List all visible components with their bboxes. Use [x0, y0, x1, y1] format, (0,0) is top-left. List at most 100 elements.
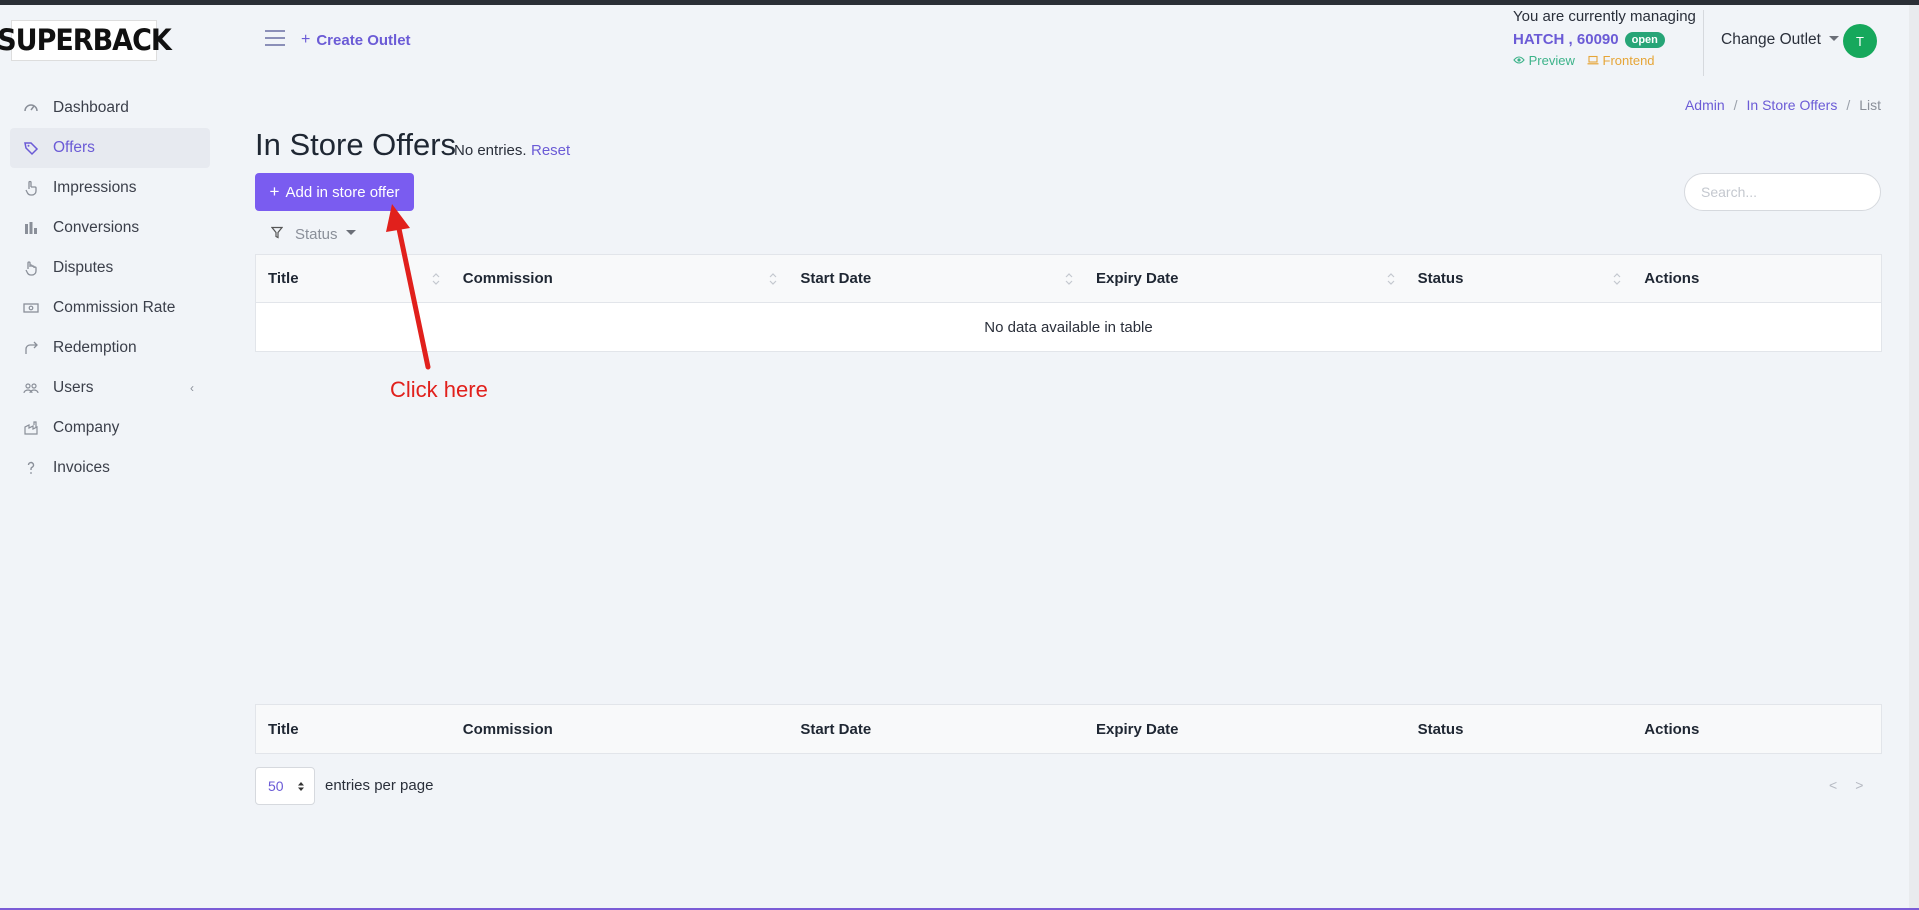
sort-icon [432, 273, 440, 285]
footer-column-status: Status [1417, 720, 1464, 738]
page-title: In Store Offers [255, 127, 457, 162]
hand-icon [22, 259, 40, 277]
sort-icon [1387, 273, 1395, 285]
breadcrumb-current: List [1859, 97, 1881, 113]
per-page-value: 50 [268, 778, 284, 794]
search-input[interactable] [1684, 173, 1881, 211]
column-header-status[interactable]: Status [1406, 255, 1633, 302]
vertical-scrollbar[interactable] [1909, 5, 1919, 910]
preview-link[interactable]: Preview [1513, 53, 1575, 68]
offers-table: Title Commission Start Date Expiry Date … [255, 254, 1882, 352]
question-icon [22, 459, 40, 477]
header-divider [1703, 10, 1704, 76]
brand-logo-text: SUPERBACK [0, 23, 172, 58]
footer-column-expiry-date: Expiry Date [1095, 720, 1179, 738]
sidebar-item-label: Invoices [53, 459, 110, 476]
entries-note: No entries. [454, 142, 527, 159]
annotation-text: Click here [390, 377, 488, 402]
share-arrow-icon [22, 339, 40, 357]
plus-icon: + [269, 182, 280, 201]
caret-down-icon [1828, 35, 1839, 41]
column-header-commission[interactable]: Commission [451, 255, 789, 302]
column-header-expiry-date[interactable]: Expiry Date [1084, 255, 1406, 302]
sidebar-item-users[interactable]: Users ‹ [10, 368, 210, 408]
laptop-icon [1587, 53, 1603, 68]
sort-icon [769, 273, 777, 285]
sidebar-item-disputes[interactable]: Disputes [10, 248, 210, 288]
empty-table-message: No data available in table [984, 318, 1153, 336]
breadcrumb-separator: / [1846, 97, 1851, 113]
users-icon [22, 379, 40, 397]
eye-icon [1513, 53, 1529, 68]
status-filter-label: Status [295, 226, 338, 243]
caret-down-icon [345, 230, 356, 235]
per-page-select[interactable]: 50 [255, 767, 315, 805]
sidebar-item-label: Disputes [53, 259, 114, 276]
avatar[interactable]: T [1843, 24, 1877, 58]
breadcrumb-admin[interactable]: Admin [1685, 97, 1725, 113]
menu-toggle-icon[interactable] [265, 30, 285, 46]
sort-icon [1065, 273, 1073, 285]
change-outlet-dropdown[interactable]: Change Outlet [1721, 31, 1839, 49]
pagination: < > [1829, 777, 1881, 793]
change-outlet-label: Change Outlet [1721, 31, 1821, 48]
footer-column-actions: Actions [1644, 720, 1700, 738]
brand-logo[interactable]: SUPERBACK [0, 20, 172, 61]
sidebar-item-redemption[interactable]: Redemption [10, 328, 210, 368]
footer-column-title: Title [268, 720, 299, 738]
sidebar-item-label: Users [53, 379, 94, 396]
sidebar-item-commission-rate[interactable]: Commission Rate [10, 288, 210, 328]
per-page-label: entries per page [325, 777, 434, 794]
sidebar-item-impressions[interactable]: Impressions [10, 168, 210, 208]
add-button-label: Add in store offer [285, 183, 400, 201]
current-outlet-panel: You are currently managing HATCH , 60090… [1513, 8, 1703, 68]
filter-icon [270, 226, 284, 243]
bar-chart-icon [22, 219, 40, 237]
chevron-left-icon: ‹ [190, 381, 194, 395]
column-header-start-date[interactable]: Start Date [788, 255, 1084, 302]
sidebar-item-label: Conversions [53, 219, 140, 236]
sidebar-item-company[interactable]: Company [10, 408, 210, 448]
status-badge: open [1624, 31, 1665, 48]
offers-table-footer: Title Commission Start Date Expiry Date … [255, 704, 1882, 754]
window-top-border [0, 0, 1919, 5]
breadcrumb: Admin / In Store Offers / List [1685, 97, 1881, 113]
sidebar-item-dashboard[interactable]: Dashboard [10, 88, 210, 128]
managing-label: You are currently managing [1513, 8, 1696, 25]
sidebar-item-label: Offers [53, 139, 95, 156]
prev-page-button[interactable]: < [1829, 777, 1837, 793]
frontend-link[interactable]: Frontend [1587, 53, 1655, 68]
sidebar-item-label: Company [53, 419, 120, 436]
footer-column-start-date: Start Date [800, 720, 872, 738]
create-outlet-label: Create Outlet [316, 31, 411, 49]
add-in-store-offer-button[interactable]: + Add in store offer [255, 173, 414, 211]
reset-link[interactable]: Reset [531, 142, 570, 159]
sidebar: Dashboard Offers Impressions Conversions… [10, 88, 210, 488]
sort-icon [1613, 273, 1621, 285]
outlet-name-link[interactable]: HATCH , 60090 [1513, 31, 1619, 48]
money-icon [22, 299, 40, 317]
table-header: Title Commission Start Date Expiry Date … [256, 255, 1881, 303]
tag-icon [22, 139, 40, 157]
sidebar-item-conversions[interactable]: Conversions [10, 208, 210, 248]
column-header-actions: Actions [1644, 270, 1700, 287]
sidebar-item-label: Commission Rate [53, 299, 176, 316]
breadcrumb-in-store-offers[interactable]: In Store Offers [1747, 97, 1838, 113]
table-footer-header: Title Commission Start Date Expiry Date … [256, 705, 1881, 753]
pointer-hand-icon [22, 179, 40, 197]
sidebar-item-label: Dashboard [53, 99, 129, 116]
create-outlet-link[interactable]: + Create Outlet [301, 31, 411, 49]
sidebar-item-offers[interactable]: Offers [10, 128, 210, 168]
updown-caret-icon [298, 782, 304, 791]
dashboard-icon [22, 99, 40, 117]
sidebar-item-label: Impressions [53, 179, 137, 196]
footer-column-commission: Commission [462, 720, 553, 738]
sidebar-item-label: Redemption [53, 339, 137, 356]
factory-icon [22, 419, 40, 437]
column-header-title[interactable]: Title [256, 255, 451, 302]
sidebar-item-invoices[interactable]: Invoices [10, 448, 210, 488]
plus-icon: + [301, 31, 311, 48]
status-filter-dropdown[interactable]: Status [270, 226, 356, 243]
next-page-button[interactable]: > [1855, 777, 1863, 793]
breadcrumb-separator: / [1733, 97, 1738, 113]
